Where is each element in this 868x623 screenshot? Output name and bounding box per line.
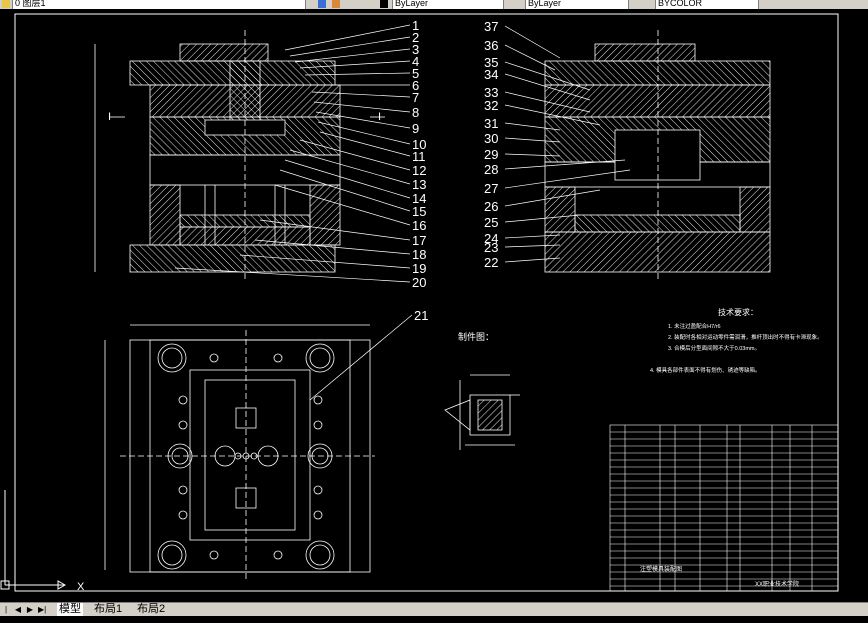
section-mark-right: I	[378, 111, 381, 123]
right-assembly-section	[544, 30, 771, 280]
tech-note-2: 2. 装配时各相对运动零件需润滑，推杆顶出时不得有卡滞现象。	[668, 333, 823, 341]
last-tab-button[interactable]: ▶|	[38, 605, 46, 614]
section-mark-left: I	[108, 111, 111, 123]
callout-17: 17	[412, 233, 426, 248]
callout-25: 25	[484, 215, 498, 230]
school-name: XX职业技术学院	[755, 580, 799, 588]
callout-16: 16	[412, 218, 426, 233]
drawing-svg: I I 123456789101112131415161718192021 37…	[0, 13, 839, 593]
callout-28: 28	[484, 162, 498, 177]
callout-21: 21	[414, 308, 428, 323]
left-callout-group: 123456789101112131415161718192021	[412, 18, 428, 323]
plan-view	[104, 324, 375, 580]
callout-26: 26	[484, 199, 498, 214]
next-tab-button[interactable]: ▶	[26, 605, 34, 614]
layer-previous-icon[interactable]	[332, 0, 340, 8]
tech-requirements-title: 技术要求：	[718, 307, 758, 317]
callout-13: 13	[412, 177, 426, 192]
callout-12: 12	[412, 163, 426, 178]
callout-30: 30	[484, 131, 498, 146]
drawing-canvas[interactable]: I I 1 2 3 4 5 6 7 8 9 10 11 12 13 14 15 16 17	[0, 9, 868, 602]
layout-tab-bar: |◀ ◀ ▶ ▶| 模型 布局1 布局2	[0, 602, 868, 623]
callout-8: 8	[412, 105, 419, 120]
part-view	[444, 374, 520, 450]
part-view-title: 制件图：	[458, 331, 494, 342]
callout-18: 18	[412, 247, 426, 262]
left-assembly-section	[94, 30, 385, 280]
callout-37: 37	[484, 19, 498, 34]
callout-34: 34	[484, 67, 498, 82]
prev-tab-button[interactable]: ◀	[14, 605, 22, 614]
tab-layout1[interactable]: 布局1	[92, 603, 124, 616]
callout-31: 31	[484, 116, 498, 131]
callout-22: 22	[484, 255, 498, 270]
callout-11: 11	[412, 149, 426, 164]
layer-state-icon[interactable]	[2, 0, 10, 8]
ucs-icon	[0, 490, 67, 590]
callout-9: 9	[412, 121, 419, 136]
callout-29: 29	[484, 147, 498, 162]
color-swatch-icon[interactable]	[380, 0, 388, 8]
tech-note-3: 3. 合模后分型面间隙不大于0.03mm。	[668, 344, 760, 352]
right-callout-group: 37363534333231302928272625242322	[484, 19, 498, 270]
callout-20: 20	[412, 275, 426, 290]
make-current-layer-icon[interactable]	[318, 0, 326, 8]
callout-27: 27	[484, 181, 498, 196]
callout-15: 15	[412, 204, 426, 219]
tech-note-1: 1. 未注过盈配合H7/r6	[668, 322, 721, 330]
callout-32: 32	[484, 98, 498, 113]
drawing-name: 注塑模具装配图	[640, 565, 682, 573]
tech-note-4: 4. 模具各部件表面不得有划伤、锈迹等缺陷。	[650, 366, 761, 374]
callout-7: 7	[412, 90, 419, 105]
tab-layout2[interactable]: 布局2	[135, 603, 167, 616]
first-tab-button[interactable]: |◀	[2, 605, 10, 623]
tab-model[interactable]: 模型	[57, 603, 83, 616]
x-axis-label: X	[77, 581, 85, 593]
callout-23: 23	[484, 240, 498, 255]
callout-19: 19	[412, 261, 426, 276]
callout-36: 36	[484, 38, 498, 53]
